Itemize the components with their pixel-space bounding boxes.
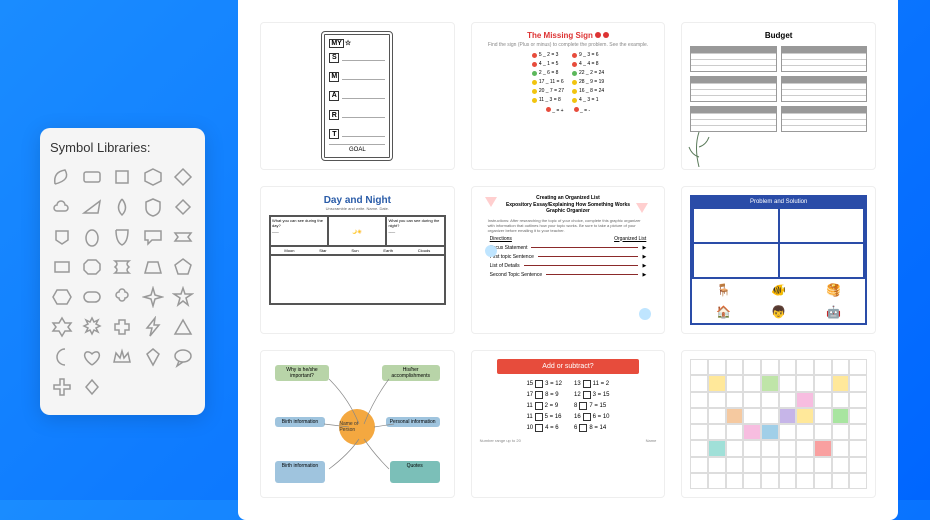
shape-shield2-icon[interactable] bbox=[110, 225, 134, 249]
template-card[interactable]: Creating an Organized List Expository Es… bbox=[471, 186, 666, 334]
shape-diamond3-icon[interactable] bbox=[80, 375, 104, 399]
symbol-libraries-panel: Symbol Libraries: bbox=[40, 128, 205, 415]
shape-oct-icon[interactable] bbox=[80, 255, 104, 279]
shape-heart-icon[interactable] bbox=[80, 345, 104, 369]
template-card[interactable]: Day and Night Unscramble and write. Name… bbox=[260, 186, 455, 334]
ps-icons: 🪑🐠🥞 bbox=[692, 279, 865, 301]
shape-diamond2-icon[interactable] bbox=[141, 345, 165, 369]
shape-leaf-icon[interactable] bbox=[50, 165, 74, 189]
template-card[interactable] bbox=[681, 350, 876, 498]
shape-rect-icon[interactable] bbox=[80, 165, 104, 189]
shape-bolt-icon[interactable] bbox=[141, 315, 165, 339]
ps-title: Problem and Solution bbox=[692, 197, 865, 207]
shape-drop-icon[interactable] bbox=[110, 195, 134, 219]
shape-egg-icon[interactable] bbox=[80, 225, 104, 249]
shape-shield-icon[interactable] bbox=[141, 195, 165, 219]
panel-title: Symbol Libraries: bbox=[50, 140, 195, 155]
shape-flower-icon[interactable] bbox=[110, 285, 134, 309]
dn-title: Day and Night bbox=[324, 195, 391, 206]
shape-callout-icon[interactable] bbox=[141, 225, 165, 249]
shape-cross-icon[interactable] bbox=[50, 375, 74, 399]
shape-rect2-icon[interactable] bbox=[50, 255, 74, 279]
as-title: Add or subtract? bbox=[497, 359, 638, 374]
template-card[interactable]: Add or subtract? 153 = 12 178 = 9 112 = … bbox=[471, 350, 666, 498]
mm-center: Name of Person bbox=[339, 409, 375, 445]
smart-goal: GOAL bbox=[329, 144, 385, 153]
shape-crown-icon[interactable] bbox=[110, 345, 134, 369]
shape-star6-icon[interactable] bbox=[50, 315, 74, 339]
shape-cloud-icon[interactable] bbox=[50, 195, 74, 219]
shape-speech-icon[interactable] bbox=[171, 345, 195, 369]
color-grid bbox=[690, 359, 867, 489]
shape-zigzag-icon[interactable] bbox=[110, 255, 134, 279]
leaf-decoration-icon bbox=[684, 127, 714, 167]
template-card[interactable]: Why is he/she important? His/her accompl… bbox=[260, 350, 455, 498]
template-card[interactable]: Budget bbox=[681, 22, 876, 170]
shape-rhombus-icon[interactable] bbox=[171, 165, 195, 189]
smart-my: MY bbox=[329, 39, 344, 48]
shape-plus-icon[interactable] bbox=[110, 315, 134, 339]
shape-diamond-icon[interactable] bbox=[171, 195, 195, 219]
shapes-grid bbox=[50, 165, 195, 399]
shape-square-icon[interactable] bbox=[110, 165, 134, 189]
shape-hex-icon[interactable] bbox=[141, 165, 165, 189]
shape-star8-icon[interactable] bbox=[80, 315, 104, 339]
shape-star5-icon[interactable] bbox=[171, 285, 195, 309]
template-gallery: MY ☆ S M A R T GOAL The Missing Sign Fin… bbox=[238, 0, 898, 520]
shape-ribbon-icon[interactable] bbox=[171, 225, 195, 249]
template-card[interactable]: MY ☆ S M A R T GOAL bbox=[260, 22, 455, 170]
budget-title: Budget bbox=[765, 31, 793, 40]
template-card[interactable]: The Missing Sign Find the sign (Plus or … bbox=[471, 22, 666, 170]
shape-badge-icon[interactable] bbox=[50, 225, 74, 249]
shape-rrect-icon[interactable] bbox=[80, 285, 104, 309]
shape-moon-icon[interactable] bbox=[50, 345, 74, 369]
shape-pent-icon[interactable] bbox=[171, 255, 195, 279]
shape-hex2-icon[interactable] bbox=[50, 285, 74, 309]
shape-trap-icon[interactable] bbox=[141, 255, 165, 279]
shape-tri-icon[interactable] bbox=[171, 315, 195, 339]
shape-star4-icon[interactable] bbox=[141, 285, 165, 309]
template-card[interactable]: Problem and Solution 🪑🐠🥞 🏠👦🤖 bbox=[681, 186, 876, 334]
ms-title: The Missing Sign bbox=[527, 31, 593, 40]
shape-quad-icon[interactable] bbox=[80, 195, 104, 219]
